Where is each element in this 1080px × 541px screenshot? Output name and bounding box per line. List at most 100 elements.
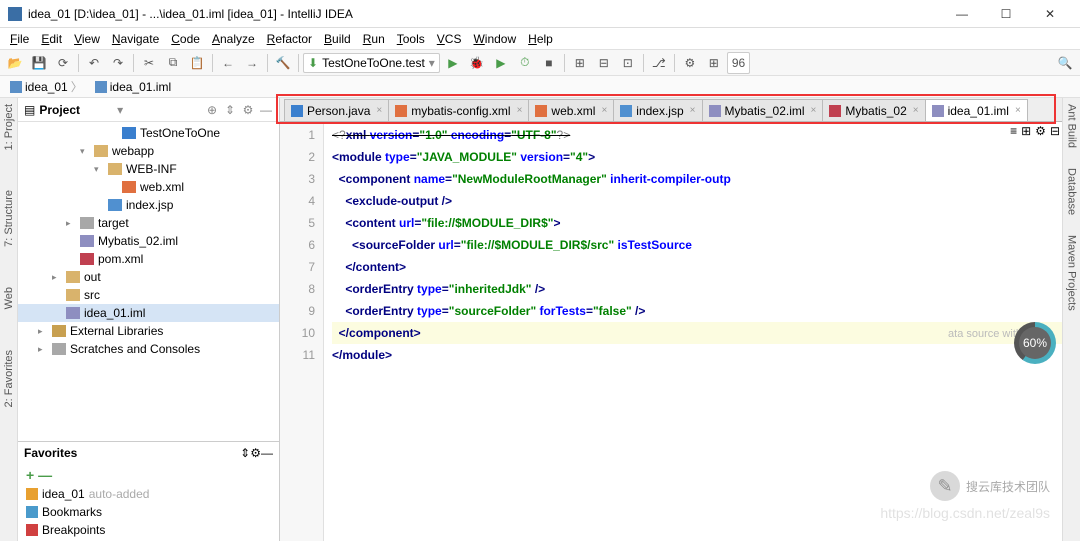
code-line[interactable]: <content url="file://$MODULE_DIR$"> [332, 212, 1062, 234]
editor-tab[interactable]: idea_01.iml× [925, 99, 1028, 121]
tool-stripe-item[interactable]: Database [1066, 168, 1078, 215]
favorite-item[interactable]: Breakpoints [18, 521, 279, 539]
menu-code[interactable]: Code [165, 30, 206, 48]
forward-icon[interactable]: → [241, 52, 263, 74]
layout-icon[interactable]: ⊡ [617, 52, 639, 74]
hide-icon[interactable]: — [261, 446, 273, 460]
save-icon[interactable]: 💾 [28, 52, 50, 74]
editor-tab[interactable]: Mybatis_02.iml× [702, 99, 824, 121]
tool-stripe-item[interactable]: Maven Projects [1066, 235, 1078, 311]
run-config-selector[interactable]: ⬇ TestOneToOne.test ▾ [303, 53, 440, 73]
back-icon[interactable]: ← [217, 52, 239, 74]
run-icon[interactable]: ▶ [442, 52, 464, 74]
code-line[interactable]: </content> [332, 256, 1062, 278]
breadcrumb-item[interactable]: idea_01.iml [91, 79, 175, 95]
close-tab-icon[interactable]: × [811, 105, 817, 116]
menu-view[interactable]: View [68, 30, 106, 48]
vcs-icon[interactable]: ⎇ [648, 52, 670, 74]
favorite-item[interactable]: idea_01auto-added [18, 485, 279, 503]
split-icon[interactable]: ⊞ [1021, 124, 1031, 138]
tree-node[interactable]: Mybatis_02.iml [18, 232, 279, 250]
open-icon[interactable]: 📂 [4, 52, 26, 74]
menu-run[interactable]: Run [357, 30, 391, 48]
editor-tab[interactable]: Mybatis_02× [822, 99, 925, 121]
tree-node[interactable]: pom.xml [18, 250, 279, 268]
add-favorite-button[interactable]: + — [18, 465, 279, 485]
close-tab-icon[interactable]: × [1015, 105, 1021, 116]
tree-node[interactable]: web.xml [18, 178, 279, 196]
tree-node[interactable]: ▾webapp [18, 142, 279, 160]
editor-tab[interactable]: index.jsp× [613, 99, 702, 121]
close-button[interactable]: ✕ [1028, 0, 1072, 28]
menu-edit[interactable]: Edit [35, 30, 68, 48]
project-structure-icon[interactable]: ⊞ [703, 52, 725, 74]
editor-tab[interactable]: mybatis-config.xml× [388, 99, 529, 121]
code-line[interactable]: <exclude-output /> [332, 190, 1062, 212]
tree-node[interactable]: index.jsp [18, 196, 279, 214]
code-line[interactable]: </module> [332, 344, 1062, 366]
close-tab-icon[interactable]: × [601, 105, 607, 116]
tree-node[interactable]: ▸Scratches and Consoles [18, 340, 279, 358]
build-icon[interactable]: 🔨 [272, 52, 294, 74]
code-line[interactable]: <module type="JAVA_MODULE" version="4"> [332, 146, 1062, 168]
settings-icon[interactable]: ⚙ [679, 52, 701, 74]
hierarchy-icon[interactable]: ⊟ [593, 52, 615, 74]
coverage-icon[interactable]: ▶ [490, 52, 512, 74]
more-icon[interactable]: ⊟ [1050, 124, 1060, 138]
tool-stripe-item[interactable]: 1: Project [3, 104, 15, 150]
code-line[interactable]: <component name="NewModuleRootManager" i… [332, 168, 1062, 190]
hide-icon[interactable]: — [259, 103, 273, 117]
code-line[interactable]: <orderEntry type="inheritedJdk" /> [332, 278, 1062, 300]
menu-help[interactable]: Help [522, 30, 559, 48]
tree-node[interactable]: idea_01.iml [18, 304, 279, 322]
tree-node[interactable]: ▸target [18, 214, 279, 232]
stop-icon[interactable]: ■ [538, 52, 560, 74]
gear-icon[interactable]: ⚙ [1035, 124, 1046, 138]
editor-tab[interactable]: web.xml× [528, 99, 614, 121]
tool-stripe-item[interactable]: Web [3, 287, 15, 309]
maximize-button[interactable]: ☐ [984, 0, 1028, 28]
menu-analyze[interactable]: Analyze [206, 30, 261, 48]
cut-icon[interactable]: ✂ [138, 52, 160, 74]
redo-icon[interactable]: ↷ [107, 52, 129, 74]
tree-node[interactable]: ▾WEB-INF [18, 160, 279, 178]
search-icon[interactable]: 🔍 [1054, 52, 1076, 74]
editor-tab[interactable]: Person.java× [284, 99, 389, 121]
tree-node[interactable]: ▸External Libraries [18, 322, 279, 340]
favorite-item[interactable]: Bookmarks [18, 503, 279, 521]
undo-icon[interactable]: ↶ [83, 52, 105, 74]
tree-node[interactable]: ▸out [18, 268, 279, 286]
minimize-button[interactable]: — [940, 0, 984, 28]
tool-stripe-item[interactable]: Ant Build [1066, 104, 1078, 148]
badge-96[interactable]: 96 [727, 52, 750, 74]
tool-stripe-item[interactable]: 2: Favorites [3, 350, 15, 407]
close-tab-icon[interactable]: × [376, 105, 382, 116]
project-tree[interactable]: TestOneToOne▾webapp▾WEB-INFweb.xmlindex.… [18, 122, 279, 441]
menu-refactor[interactable]: Refactor [261, 30, 318, 48]
menu-file[interactable]: File [4, 30, 35, 48]
menu-navigate[interactable]: Navigate [106, 30, 165, 48]
collapse-all-icon[interactable]: ⇕ [223, 103, 237, 117]
gear-icon[interactable]: ⚙ [241, 103, 255, 117]
scroll-icon[interactable]: ⇕ [240, 446, 250, 460]
profile-icon[interactable]: ⏱ [514, 52, 536, 74]
menu-vcs[interactable]: VCS [431, 30, 468, 48]
menu-window[interactable]: Window [467, 30, 522, 48]
refresh-icon[interactable]: ⟳ [52, 52, 74, 74]
close-tab-icon[interactable]: × [690, 105, 696, 116]
code-line[interactable]: <sourceFolder url="file://$MODULE_DIR$/s… [332, 234, 1062, 256]
gear-icon[interactable]: ⚙ [250, 446, 261, 460]
tree-node[interactable]: src [18, 286, 279, 304]
code-line[interactable]: <?xml version="1.0" encoding="UTF-8"?> [332, 124, 1062, 146]
tool-stripe-item[interactable]: 7: Structure [3, 190, 15, 247]
menu-build[interactable]: Build [318, 30, 357, 48]
close-tab-icon[interactable]: × [913, 105, 919, 116]
copy-icon[interactable]: ⧉ [162, 52, 184, 74]
debug-icon[interactable]: 🐞 [466, 52, 488, 74]
reader-mode-icon[interactable]: ≡ [1010, 124, 1017, 138]
paste-icon[interactable]: 📋 [186, 52, 208, 74]
menu-tools[interactable]: Tools [391, 30, 431, 48]
tree-node[interactable]: TestOneToOne [18, 124, 279, 142]
code-line[interactable]: <orderEntry type="sourceFolder" forTests… [332, 300, 1062, 322]
close-tab-icon[interactable]: × [517, 105, 523, 116]
